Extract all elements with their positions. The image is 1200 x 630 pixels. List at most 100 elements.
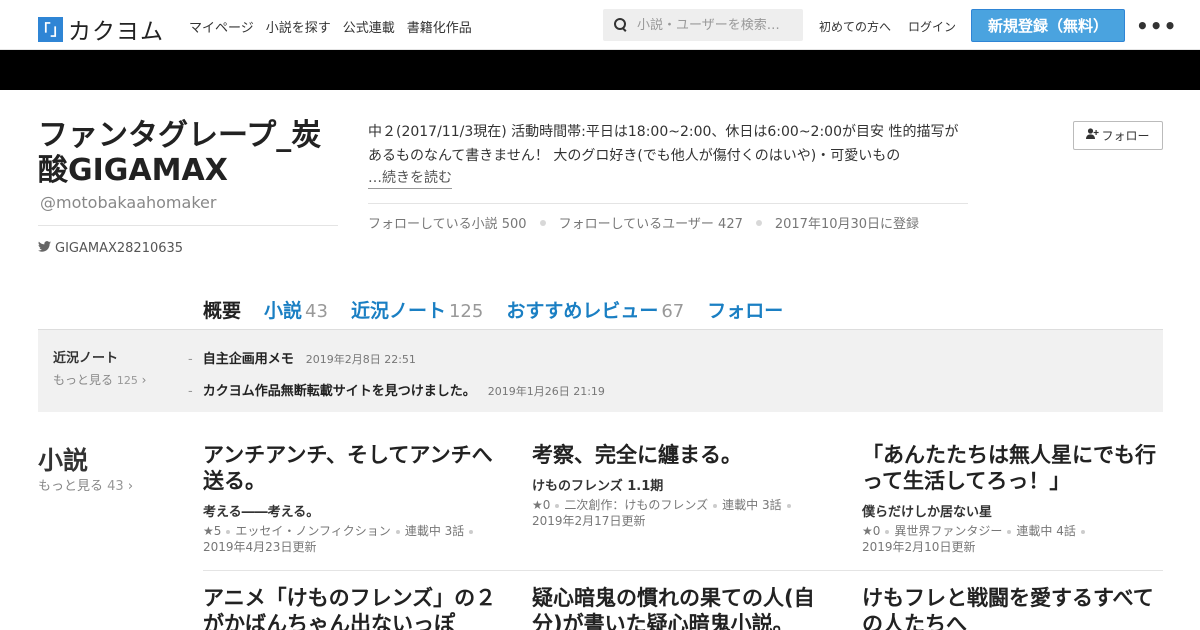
nav-published-works[interactable]: 書籍化作品: [407, 17, 472, 36]
work-title[interactable]: 考察、完全に纏まる。: [532, 442, 832, 468]
note-item[interactable]: - カクヨム作品無断転載サイトを見つけました。 2019年1月26日 21:19: [188, 380, 605, 399]
work-genre[interactable]: 異世界ファンタジー: [894, 524, 1002, 538]
tab-label: 近況ノート: [350, 300, 446, 322]
notes-more-link[interactable]: もっと見る 125 ›: [53, 371, 146, 388]
profile-banner: [0, 50, 1200, 90]
work-meta: ★0 二次創作：けものフレンズ 連載中 3話 2019年2月17日更新: [532, 497, 832, 529]
work-card: 疑心暗鬼の慣れの果ての人(自分)が書いた疑心暗鬼小説。: [532, 585, 832, 630]
novels-more-link[interactable]: もっと見る 43 ›: [38, 475, 133, 494]
first-time-link[interactable]: 初めての方へ: [819, 18, 891, 35]
note-item[interactable]: - 自主企画用メモ 2019年2月8日 22:51: [188, 348, 416, 367]
work-card: けもフレと戦闘を愛するすべての人たちへ: [862, 585, 1162, 630]
login-link[interactable]: ログイン: [908, 18, 956, 35]
note-title: 自主企画用メモ: [202, 352, 294, 367]
separator-dot: [885, 529, 890, 534]
work-stars: ★5: [203, 524, 222, 538]
registered-date: 2017年10月30日に登録: [774, 217, 920, 232]
separator-dot: [555, 503, 560, 508]
tab-label: フォロー: [707, 300, 784, 322]
profile-stats: フォローしている小説 500 フォローしているユーザー 427 2017年10月…: [368, 213, 919, 232]
logo-mark-icon: 「」: [36, 16, 66, 42]
work-status: 連載中 4話: [1016, 524, 1076, 538]
search-box: [603, 9, 803, 41]
divider: [203, 570, 1163, 571]
more-label: もっと見る: [38, 479, 104, 494]
bullet: -: [188, 352, 193, 367]
work-card: アニメ「けものフレンズ」の２がかばんちゃん出ないっぽ: [203, 585, 503, 630]
work-stars: ★0: [862, 524, 881, 538]
search-input[interactable]: [637, 17, 797, 33]
tab-count: 67: [661, 301, 685, 322]
divider: [368, 203, 968, 204]
note-title: カクヨム作品無断転載サイトを見つけました。: [202, 384, 476, 399]
follow-button-label: フォロー: [1101, 129, 1150, 143]
nav-mypage[interactable]: マイページ: [189, 17, 254, 36]
user-display-name: ファンタグレープ_炭酸GIGAMAX: [38, 118, 322, 188]
novels-count: 43: [107, 479, 124, 494]
tab-label: 小説: [264, 300, 303, 322]
separator-dot: [469, 529, 474, 534]
work-genre[interactable]: 二次創作：けものフレンズ: [564, 498, 708, 512]
work-card: アンチアンチ、そしてアンチへ送る。 考える――考える。 ★5 エッセイ・ノンフィク…: [203, 442, 503, 555]
bullet: -: [188, 384, 193, 399]
separator-dot: [755, 219, 762, 226]
twitter-handle: GIGAMAX28210635: [55, 241, 184, 256]
notes-count: 125: [116, 374, 138, 387]
work-updated: 2019年2月10日更新: [862, 540, 976, 554]
work-catchphrase: けものフレンズ 1.1期: [532, 479, 664, 494]
twitter-link[interactable]: GIGAMAX28210635: [38, 241, 183, 256]
work-status: 連載中 3話: [404, 524, 465, 538]
following-novels-stat[interactable]: フォローしている小説 500: [368, 213, 527, 232]
separator-dot: [1007, 529, 1012, 534]
work-title[interactable]: 疑心暗鬼の慣れの果ての人(自分)が書いた疑心暗鬼小説。: [532, 585, 832, 630]
novels-heading: 小説: [38, 446, 89, 475]
note-date: 2019年1月26日 21:19: [487, 385, 605, 398]
work-updated: 2019年4月23日更新: [203, 540, 317, 554]
read-more-link[interactable]: …続きを読む: [368, 168, 452, 189]
separator-dot: [1080, 529, 1085, 534]
following-users-stat[interactable]: フォローしているユーザー 427: [559, 213, 743, 232]
site-header: 「」 カクヨム マイページ 小説を探す 公式連載 書籍化作品 初めての方へ ログ…: [0, 0, 1200, 50]
work-catchphrase: 僕らだけしか居ない星: [862, 505, 993, 520]
work-title[interactable]: アンチアンチ、そしてアンチへ送る。: [203, 442, 503, 494]
main-nav: マイページ 小説を探す 公式連載 書籍化作品: [189, 17, 472, 36]
twitter-icon: [38, 241, 51, 256]
divider: [38, 225, 338, 226]
work-meta: ★5 エッセイ・ノンフィクション 連載中 3話 2019年4月23日更新: [203, 523, 503, 555]
recent-notes-section: 近況ノート もっと見る 125 › - 自主企画用メモ 2019年2月8日 22…: [38, 329, 1163, 412]
work-genre[interactable]: エッセイ・ノンフィクション: [235, 524, 390, 538]
separator-dot: [395, 529, 400, 534]
separator-dot: [786, 503, 791, 508]
site-logo[interactable]: 「」 カクヨム: [36, 12, 164, 46]
signup-button[interactable]: 新規登録（無料）: [971, 9, 1125, 42]
chevron-right-icon: ›: [127, 479, 134, 494]
work-title[interactable]: アニメ「けものフレンズ」の２がかばんちゃん出ないっぽ: [203, 585, 503, 630]
work-status: 連載中 3話: [722, 498, 782, 512]
tab-count: 125: [448, 301, 484, 322]
nav-official-series[interactable]: 公式連載: [343, 17, 395, 36]
chevron-right-icon: ›: [141, 373, 147, 387]
work-catchphrase: 考える――考える。: [203, 505, 320, 520]
note-date: 2019年2月8日 22:51: [305, 353, 416, 366]
follow-button[interactable]: フォロー: [1073, 121, 1163, 150]
search-icon[interactable]: [613, 17, 629, 33]
more-label: もっと見る: [53, 373, 114, 387]
logo-text: カクヨム: [68, 19, 164, 45]
work-updated: 2019年2月17日更新: [532, 514, 646, 528]
user-handle: @motobakaahomaker: [40, 193, 217, 212]
work-stars: ★0: [532, 498, 551, 512]
work-card: 「あんたたちは無人星にでも行って生活してろっ！」 僕らだけしか居ない星 ★0 異世…: [862, 442, 1162, 555]
work-title[interactable]: 「あんたたちは無人星にでも行って生活してろっ！」: [862, 442, 1162, 494]
notes-heading: 近況ノート: [53, 351, 119, 366]
separator-dot: [539, 219, 546, 226]
tab-label: 概要: [203, 300, 242, 322]
work-card: 考察、完全に纏まる。 けものフレンズ 1.1期 ★0 二次創作：けものフレンズ 連載…: [532, 442, 832, 529]
add-user-icon: [1086, 128, 1100, 143]
tab-label: おすすめレビュー: [506, 300, 659, 322]
nav-find-novels[interactable]: 小説を探す: [266, 17, 331, 36]
work-title[interactable]: けもフレと戦闘を愛するすべての人たちへ: [862, 585, 1162, 630]
user-bio: 中２(2017/11/3現在) 活動時間帯:平日は18:00~2:00、休日は6…: [368, 124, 959, 164]
more-menu-icon[interactable]: •••: [1136, 14, 1177, 38]
separator-dot: [226, 529, 231, 534]
work-meta: ★0 異世界ファンタジー 連載中 4話 2019年2月10日更新: [862, 523, 1162, 555]
